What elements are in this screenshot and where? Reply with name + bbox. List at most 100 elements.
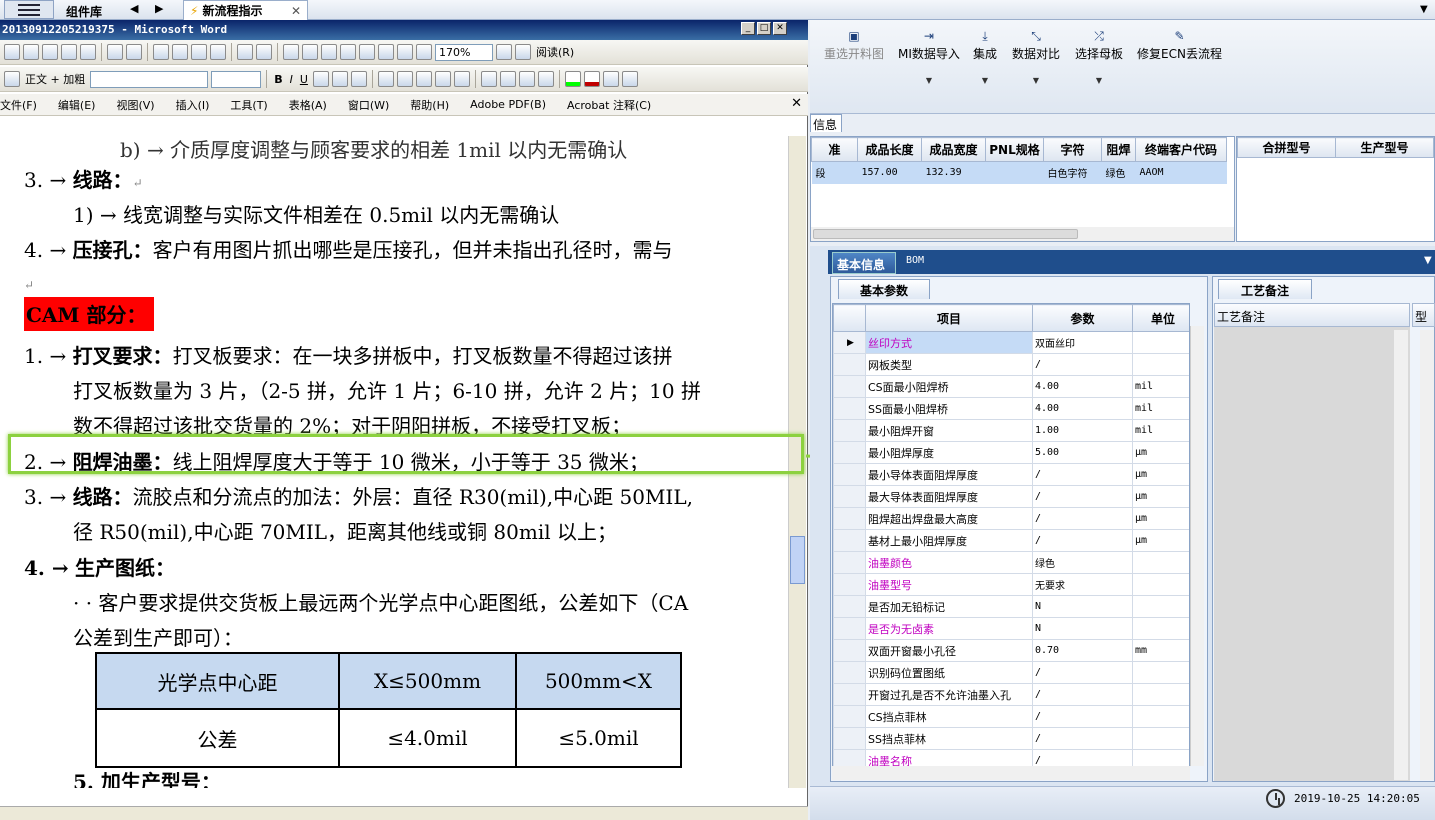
row-header[interactable] [833, 683, 866, 706]
menu-adobe-pdf[interactable]: Adobe PDF(B) [470, 98, 546, 111]
char-scale-icon[interactable] [350, 71, 367, 87]
row-header[interactable]: ▶ [833, 331, 866, 354]
font-select[interactable] [90, 70, 209, 88]
columns-icon[interactable] [359, 44, 375, 60]
excel-icon[interactable] [340, 44, 356, 60]
drawing-icon[interactable] [378, 44, 394, 60]
new-doc-icon[interactable] [4, 44, 20, 60]
read-button[interactable]: 阅读(R) [534, 44, 576, 60]
menu-file[interactable]: 文件(F) [0, 97, 37, 113]
param-value[interactable]: / [1032, 749, 1133, 766]
align-justify-icon[interactable] [377, 71, 394, 87]
style-select[interactable]: 正文 + 加粗 [23, 71, 87, 87]
increase-indent-icon[interactable] [537, 71, 554, 87]
param-value[interactable]: 0.70 [1032, 639, 1133, 662]
param-value[interactable]: N [1032, 617, 1133, 640]
close-icon[interactable]: ✕ [773, 22, 787, 35]
bold-button[interactable]: B [272, 73, 284, 86]
row-header[interactable] [833, 617, 866, 640]
table-row[interactable]: 最小导体表面阻焊厚度 / μm [833, 463, 1189, 486]
tab-basic-info[interactable]: 基本信息 [832, 252, 896, 274]
save-icon[interactable] [42, 44, 58, 60]
menu-edit[interactable]: 编辑(E) [58, 97, 96, 113]
data-compare-button[interactable]: ⤡ 数据对比 ▼ [1012, 30, 1060, 85]
table-row[interactable]: 是否为无卤素 N [833, 617, 1189, 640]
permission-icon[interactable] [61, 44, 77, 60]
phonetic-icon[interactable] [602, 71, 619, 87]
row-header[interactable] [833, 727, 866, 750]
row-header[interactable] [833, 419, 866, 442]
char-border-icon[interactable] [312, 71, 329, 87]
redo-icon[interactable] [256, 44, 272, 60]
chevron-down-icon[interactable]: ▼ [1424, 255, 1432, 266]
param-value[interactable]: 4.00 [1032, 375, 1133, 398]
param-value[interactable]: 5.00 [1032, 441, 1133, 464]
param-value[interactable]: 双面丝印 [1032, 331, 1133, 354]
column-header[interactable]: PNL规格 [985, 137, 1044, 162]
row-header[interactable] [833, 551, 866, 574]
char-shading-icon[interactable] [331, 71, 348, 87]
tab-component-library[interactable]: 组件库 [66, 3, 102, 20]
column-header[interactable]: 合拼型号 [1237, 137, 1336, 158]
distributed-icon[interactable] [434, 71, 451, 87]
select-mother-board-button[interactable]: ⤮ 选择母板 ▼ [1075, 30, 1123, 85]
undo-icon[interactable] [237, 44, 253, 60]
line-spacing-icon[interactable] [453, 71, 470, 87]
row-header[interactable] [833, 463, 866, 486]
scroll-thumb[interactable] [790, 536, 805, 584]
horizontal-scrollbar[interactable] [811, 227, 1234, 241]
column-header[interactable]: 参数 [1032, 304, 1133, 332]
main-menu-button[interactable] [4, 0, 54, 19]
print-preview-icon[interactable] [107, 44, 123, 60]
table-row[interactable]: SS挡点菲林 / [833, 727, 1189, 750]
column-header[interactable]: 成品长度 [857, 137, 922, 162]
vertical-scrollbar[interactable] [1190, 326, 1204, 766]
row-header[interactable] [833, 485, 866, 508]
table-row[interactable]: 双面开窗最小孔径 0.70 mm [833, 639, 1189, 662]
menu-window[interactable]: 窗口(W) [348, 97, 389, 113]
row-header[interactable] [833, 353, 866, 376]
chevron-down-icon[interactable]: ▼ [1420, 4, 1428, 15]
italic-button[interactable]: I [288, 73, 295, 86]
tab-basic-params[interactable]: 基本参数 [838, 279, 930, 299]
column-header[interactable]: 项目 [865, 304, 1033, 332]
menu-table[interactable]: 表格(A) [289, 97, 327, 113]
styles-icon[interactable] [4, 71, 20, 87]
column-header[interactable]: 型 [1412, 303, 1435, 327]
horizontal-scrollbar[interactable] [832, 766, 1190, 780]
insert-table-icon[interactable] [321, 44, 337, 60]
align-center-icon[interactable] [396, 71, 413, 87]
param-value[interactable]: N [1032, 595, 1133, 618]
tables-icon[interactable] [302, 44, 318, 60]
mi-import-button[interactable]: ⇥ MI数据导入 ▼ [898, 30, 960, 85]
cut-icon[interactable] [153, 44, 169, 60]
tab-new-flow[interactable]: ⚡ 新流程指示 ✕ [183, 0, 308, 20]
param-value[interactable]: / [1032, 529, 1133, 552]
column-header[interactable]: 单位 [1132, 304, 1189, 332]
reselect-cut-button[interactable]: ▣ 重选开料图 [824, 30, 884, 62]
spelling-icon[interactable] [126, 44, 142, 60]
param-value[interactable]: / [1032, 705, 1133, 728]
param-value[interactable]: 1.00 [1032, 419, 1133, 442]
tab-process-notes[interactable]: 工艺备注 [1218, 279, 1312, 299]
minimize-icon[interactable]: _ [741, 22, 755, 35]
read-icon[interactable] [515, 44, 531, 60]
row-header[interactable] [833, 507, 866, 530]
table-row[interactable]: 阻焊超出焊盘最大高度 / μm [833, 507, 1189, 530]
zoom-select[interactable]: 170% [435, 43, 493, 61]
decrease-indent-icon[interactable] [518, 71, 535, 87]
table-row[interactable]: 最小阻焊开窗 1.00 mil [833, 419, 1189, 442]
param-value[interactable]: 无要求 [1032, 573, 1133, 596]
open-icon[interactable] [23, 44, 39, 60]
column-header[interactable]: 准 [811, 137, 858, 162]
numbering-icon[interactable] [480, 71, 497, 87]
restore-icon[interactable]: □ [757, 22, 771, 35]
row-header[interactable] [833, 397, 866, 420]
vertical-scrollbar[interactable] [1394, 330, 1408, 780]
underline-button[interactable]: U [298, 73, 310, 86]
tab-prev-icon[interactable]: ◀ [130, 2, 138, 15]
param-value[interactable]: / [1032, 463, 1133, 486]
row-header[interactable] [833, 749, 866, 766]
row-header[interactable] [833, 705, 866, 728]
table-row[interactable]: 网板类型 / [833, 353, 1189, 376]
